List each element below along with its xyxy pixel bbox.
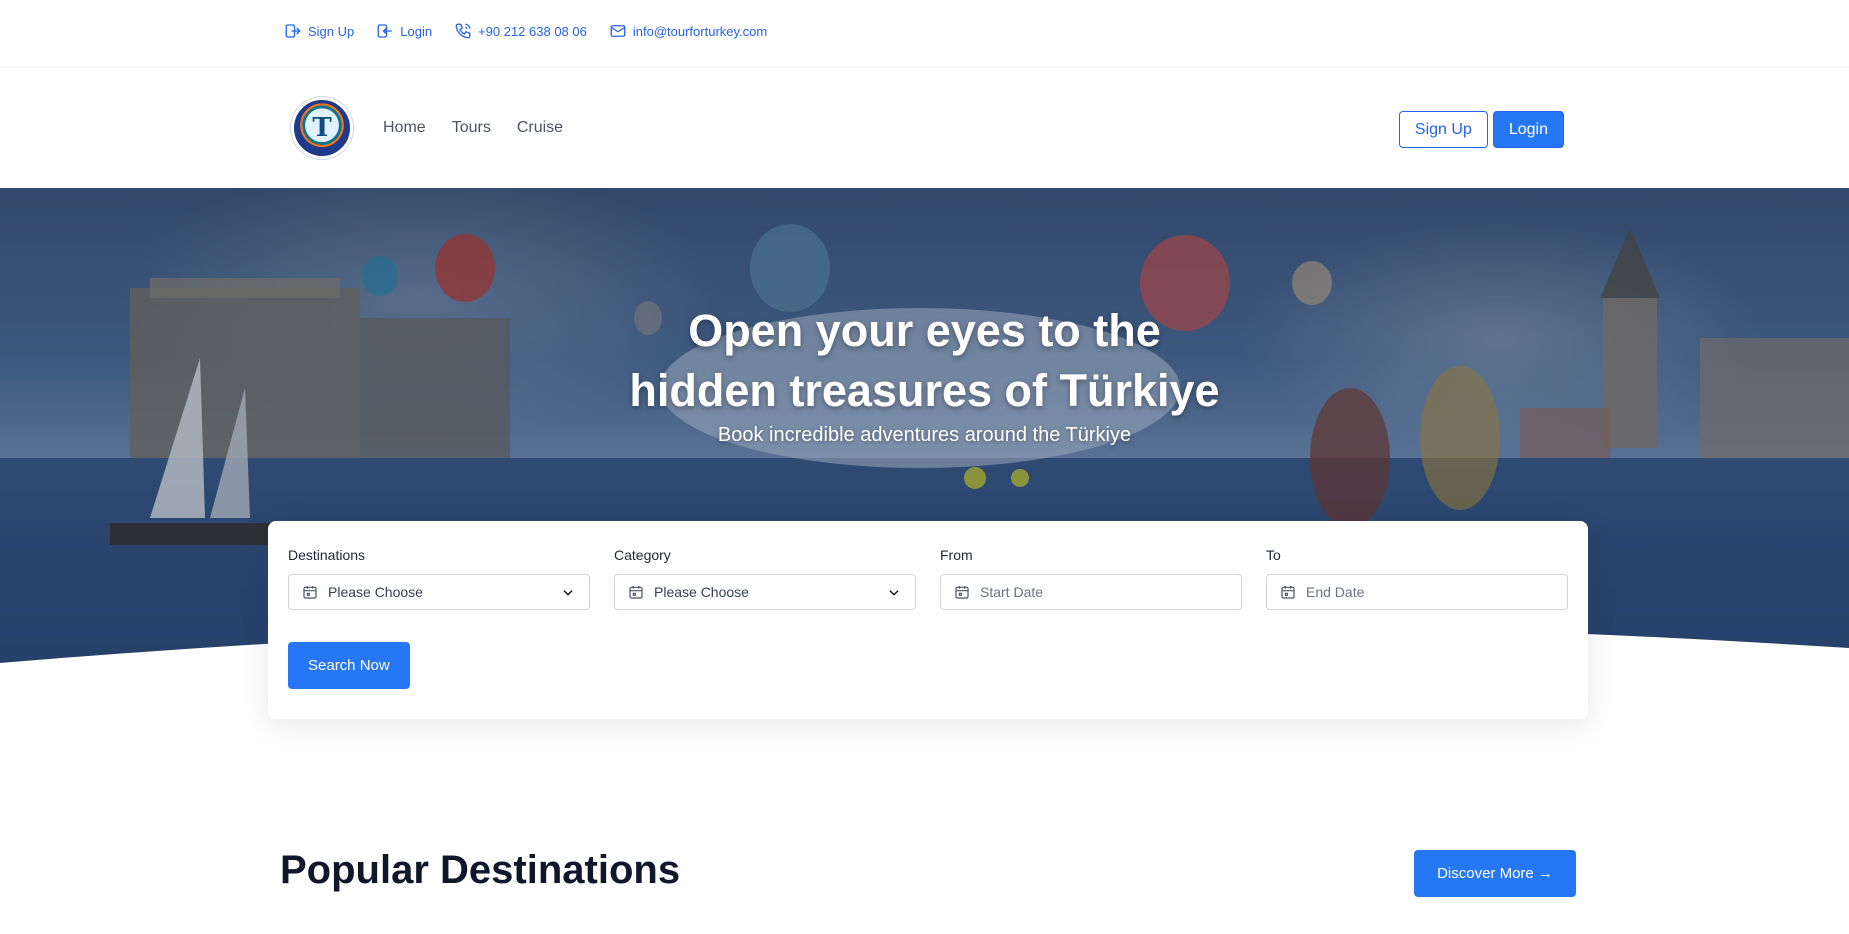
end-date-placeholder: End Date — [1306, 584, 1365, 600]
login-button[interactable]: Login — [1492, 111, 1564, 148]
hero-subtitle: Book incredible adventures around the Tü… — [717, 424, 1132, 446]
calendar-icon — [955, 586, 969, 599]
top-login-label: Login — [400, 23, 433, 39]
category-field: Category Please Choose — [614, 547, 916, 610]
phone-number: +90 212 638 08 06 — [478, 23, 587, 39]
start-date-input[interactable]: Start Date — [940, 574, 1242, 610]
category-label: Category — [614, 547, 671, 563]
top-links: Sign Up Login +90 212 638 08 06 info@tou… — [284, 22, 767, 40]
email-address: info@tourforturkey.com — [632, 23, 768, 39]
calendar-icon — [1281, 586, 1295, 599]
destinations-label: Destinations — [288, 547, 366, 563]
phone-link[interactable]: +90 212 638 08 06 — [454, 22, 587, 40]
to-field: To End Date — [1266, 547, 1568, 610]
email-link[interactable]: info@tourforturkey.com — [609, 22, 767, 40]
nav-tours[interactable]: Tours — [452, 119, 491, 137]
login-icon — [377, 24, 392, 38]
signup-icon — [285, 24, 301, 38]
destinations-value: Please Choose — [328, 584, 423, 600]
to-label: To — [1266, 547, 1281, 563]
search-card: Destinations Please Choose Category Plea… — [268, 521, 1588, 719]
calendar-icon — [303, 586, 317, 599]
top-signup-label: Sign Up — [308, 23, 355, 39]
end-date-input[interactable]: End Date — [1266, 574, 1568, 610]
hero-title-line2: hidden treasures of Türkiye — [629, 365, 1220, 416]
nav-home[interactable]: Home — [383, 119, 426, 137]
hero-title-line1: Open your eyes to the — [688, 305, 1161, 356]
site-logo[interactable]: T — [291, 97, 353, 159]
start-date-placeholder: Start Date — [980, 584, 1044, 600]
chevron-down-icon — [889, 590, 899, 596]
calendar-icon — [629, 586, 643, 599]
search-now-button[interactable]: Search Now — [288, 642, 410, 689]
phone-icon — [455, 23, 471, 39]
chevron-down-icon — [563, 590, 573, 596]
from-field: From Start Date — [940, 547, 1242, 610]
discover-more-button[interactable]: Discover More → — [1414, 850, 1576, 897]
top-utility-bar: Sign Up Login +90 212 638 08 06 info@tou… — [0, 0, 1849, 68]
main-nav: Home Tours Cruise — [383, 119, 563, 137]
hero-title: Open your eyes to the hidden treasures o… — [0, 301, 1849, 421]
from-label: From — [940, 547, 973, 563]
nav-cruise[interactable]: Cruise — [517, 119, 563, 137]
top-signup-link[interactable]: Sign Up — [284, 22, 354, 40]
header-auth-buttons: Sign Up Login — [1398, 111, 1564, 148]
logo-letter: T — [312, 113, 332, 143]
signup-button[interactable]: Sign Up — [1398, 111, 1488, 148]
category-select[interactable]: Please Choose — [614, 574, 916, 610]
category-value: Please Choose — [654, 584, 749, 600]
popular-destinations-title: Popular Destinations — [280, 848, 681, 892]
main-header: T Home Tours Cruise Sign Up Login — [0, 69, 1849, 187]
destinations-select[interactable]: Please Choose — [288, 574, 590, 610]
top-login-link[interactable]: Login — [376, 22, 432, 40]
destinations-field: Destinations Please Choose — [288, 547, 590, 610]
mail-icon — [610, 25, 626, 37]
